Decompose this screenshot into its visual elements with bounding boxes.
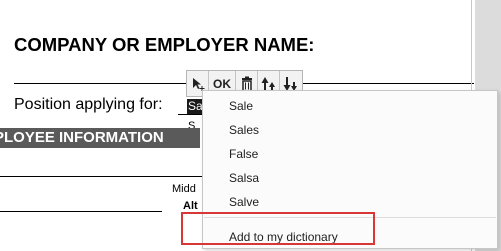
position-label: Position applying for:	[14, 96, 163, 113]
middle-name-label: Midd	[172, 183, 196, 195]
company-heading: COMPANY OR EMPLOYER NAME:	[14, 34, 315, 55]
highlight-annotation	[181, 212, 375, 245]
suggestion-item[interactable]: Sale	[229, 99, 253, 113]
alt-label: Alt	[183, 200, 198, 212]
field-underline	[0, 211, 162, 212]
employee-information-header: PLOYEE INFORMATION	[0, 128, 200, 148]
section-header-text: PLOYEE INFORMATION	[0, 129, 164, 146]
suggestion-item[interactable]: False	[229, 147, 258, 161]
suggestion-item[interactable]: Salsa	[229, 171, 259, 185]
suggestion-item[interactable]: Salve	[229, 195, 259, 209]
position-input[interactable]: Sa	[187, 99, 203, 114]
suggestion-item[interactable]: Sales	[229, 123, 259, 137]
position-input-value: Sa	[188, 99, 203, 113]
